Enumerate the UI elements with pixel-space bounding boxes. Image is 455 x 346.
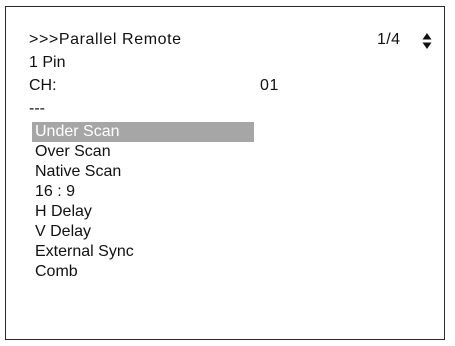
channel-value[interactable]: 01 [260, 76, 279, 96]
channel-label: CH: [29, 77, 57, 94]
page-indicator: 1/4 [377, 31, 401, 48]
up-down-arrows-icon[interactable] [421, 32, 433, 50]
menu-item-external-sync[interactable]: External Sync [32, 242, 254, 262]
separator-text: --- [29, 100, 45, 117]
up-arrow-icon [422, 33, 432, 40]
down-arrow-icon [422, 42, 432, 49]
menu-list: Under Scan Over Scan Native Scan 16 : 9 … [32, 122, 254, 282]
menu-title: >>>Parallel Remote [29, 31, 182, 48]
menu-screen: >>>Parallel Remote 1/4 1 Pin CH: 01 --- … [5, 6, 445, 340]
menu-item-16-9[interactable]: 16 : 9 [32, 182, 254, 202]
pin-label: 1 Pin [29, 54, 66, 71]
menu-item-v-delay[interactable]: V Delay [32, 222, 254, 242]
menu-item-h-delay[interactable]: H Delay [32, 202, 254, 222]
menu-item-comb[interactable]: Comb [32, 262, 254, 282]
menu-item-over-scan[interactable]: Over Scan [32, 142, 254, 162]
menu-item-native-scan[interactable]: Native Scan [32, 162, 254, 182]
menu-item-under-scan[interactable]: Under Scan [32, 122, 254, 142]
